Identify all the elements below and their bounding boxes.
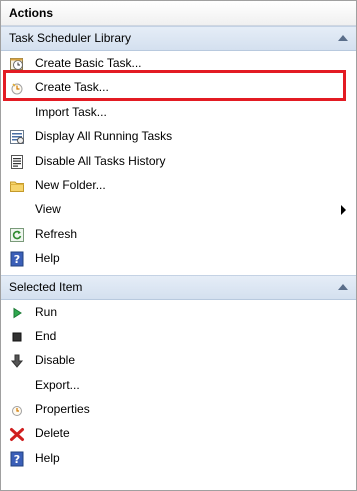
collapse-arrow-icon[interactable] xyxy=(338,35,348,41)
item-label: Disable All Tasks History xyxy=(35,153,166,168)
disable-icon xyxy=(10,354,24,369)
end-icon xyxy=(12,332,22,342)
item-label: Export... xyxy=(35,377,80,392)
section-header-selected-item[interactable]: Selected Item xyxy=(1,274,356,300)
item-label: Create Basic Task... xyxy=(35,56,142,70)
item-label: Create Task... xyxy=(35,80,109,95)
properties-icon xyxy=(12,406,22,417)
help-icon: ? xyxy=(10,451,24,467)
delete-icon xyxy=(10,428,24,442)
task-history-icon xyxy=(11,154,23,169)
item-label: Help xyxy=(35,450,60,465)
disable-all-tasks-history-item[interactable]: Disable All Tasks History xyxy=(1,149,356,173)
running-tasks-icon xyxy=(10,130,24,145)
run-icon xyxy=(13,307,22,318)
new-folder-item[interactable]: New Folder... xyxy=(1,173,356,197)
help-icon: ? xyxy=(10,251,24,267)
collapse-arrow-icon[interactable] xyxy=(338,283,348,290)
actions-pane-title: Actions xyxy=(1,1,356,26)
export-item[interactable]: Export... xyxy=(1,373,356,397)
refresh-icon xyxy=(10,227,24,242)
help-item[interactable]: ? Help xyxy=(1,246,356,270)
item-label: Properties xyxy=(35,402,90,417)
import-task-item[interactable]: Import Task... xyxy=(1,100,356,124)
disable-item[interactable]: Disable xyxy=(1,348,356,372)
section-header-task-scheduler-library[interactable]: Task Scheduler Library xyxy=(1,26,356,51)
submenu-arrow-icon xyxy=(341,205,346,216)
section-title: Selected Item xyxy=(9,279,83,294)
item-label: End xyxy=(35,328,57,343)
refresh-item[interactable]: Refresh xyxy=(1,222,356,246)
item-label: Run xyxy=(35,304,58,319)
display-all-running-tasks-item[interactable]: Display All Running Tasks xyxy=(1,124,356,148)
end-item[interactable]: End xyxy=(1,324,356,348)
properties-item[interactable]: Properties xyxy=(1,397,356,421)
create-basic-task-item[interactable]: Create Basic Task... xyxy=(1,51,356,75)
item-label: Refresh xyxy=(35,226,78,241)
section-title: Task Scheduler Library xyxy=(9,31,132,45)
view-item[interactable]: View xyxy=(1,197,356,221)
help-item[interactable]: ? Help xyxy=(1,446,356,470)
item-label: Import Task... xyxy=(35,104,107,119)
create-task-item[interactable]: Create Task... xyxy=(1,75,356,99)
run-item[interactable]: Run xyxy=(1,300,356,324)
folder-icon xyxy=(10,181,24,192)
item-label: View xyxy=(35,202,61,217)
svg-text:?: ? xyxy=(14,453,20,466)
item-label: Delete xyxy=(35,426,70,441)
create-basic-task-icon xyxy=(10,58,23,70)
item-label: New Folder... xyxy=(35,177,106,192)
create-task-icon xyxy=(11,83,23,95)
item-label: Disable xyxy=(35,353,76,368)
actions-pane: Actions Task Scheduler Library Create Ba… xyxy=(0,0,357,491)
item-label: Display All Running Tasks xyxy=(35,129,173,144)
item-label: Help xyxy=(35,251,60,266)
svg-text:?: ? xyxy=(14,253,20,266)
delete-item[interactable]: Delete xyxy=(1,421,356,445)
